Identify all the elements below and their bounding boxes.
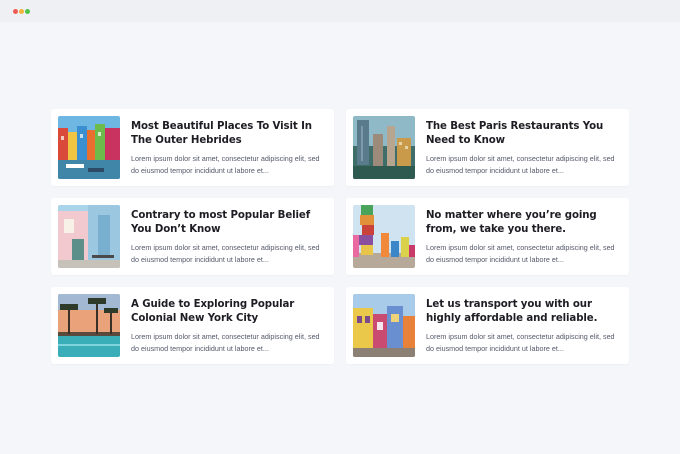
post-image-city-buildings[interactable] xyxy=(353,116,415,179)
post-excerpt: Lorem ipsum dolor sit amet, consectetur … xyxy=(131,332,320,353)
post-card[interactable]: The Best Paris Restaurants You Need to K… xyxy=(346,109,629,186)
post-image-palm-pool[interactable] xyxy=(58,294,120,357)
post-title[interactable]: The Best Paris Restaurants You Need to K… xyxy=(426,120,622,148)
post-title[interactable]: No matter where you’re going from, we ta… xyxy=(426,209,622,237)
maximize-window-button[interactable] xyxy=(25,9,30,14)
window-titlebar xyxy=(0,0,680,22)
post-title[interactable]: Contrary to most Popular Belief You Don’… xyxy=(131,209,327,237)
post-excerpt: Lorem ipsum dolor sit amet, consectetur … xyxy=(131,243,320,264)
post-list: Most Beautiful Places To Visit In The Ou… xyxy=(51,109,629,364)
post-card[interactable]: Let us transport you with our highly aff… xyxy=(346,287,629,364)
post-card[interactable]: Contrary to most Popular Belief You Don’… xyxy=(51,198,334,275)
post-title[interactable]: A Guide to Exploring Popular Colonial Ne… xyxy=(131,298,327,326)
post-image-colonial-street[interactable] xyxy=(353,294,415,357)
post-card[interactable]: Most Beautiful Places To Visit In The Ou… xyxy=(51,109,334,186)
post-excerpt: Lorem ipsum dolor sit amet, consectetur … xyxy=(426,332,615,353)
post-card[interactable]: A Guide to Exploring Popular Colonial Ne… xyxy=(51,287,334,364)
post-card[interactable]: No matter where you’re going from, we ta… xyxy=(346,198,629,275)
post-image-pastel-facade[interactable] xyxy=(58,205,120,268)
post-image-stacked-sculptures[interactable] xyxy=(353,205,415,268)
post-excerpt: Lorem ipsum dolor sit amet, consectetur … xyxy=(426,154,615,175)
close-window-button[interactable] xyxy=(13,9,18,14)
post-excerpt: Lorem ipsum dolor sit amet, consectetur … xyxy=(131,154,320,175)
post-title[interactable]: Let us transport you with our highly aff… xyxy=(426,298,622,326)
post-image-canal-houses[interactable] xyxy=(58,116,120,179)
post-excerpt: Lorem ipsum dolor sit amet, consectetur … xyxy=(426,243,615,264)
post-title[interactable]: Most Beautiful Places To Visit In The Ou… xyxy=(131,120,327,148)
browser-window: Most Beautiful Places To Visit In The Ou… xyxy=(0,0,680,454)
minimize-window-button[interactable] xyxy=(19,9,24,14)
